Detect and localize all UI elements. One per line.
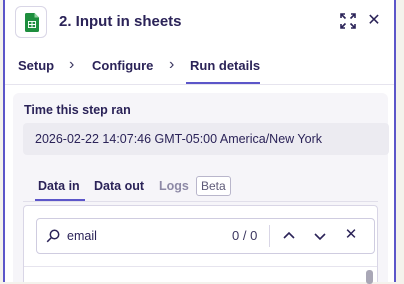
timestamp-value: 2026-02-22 14:07:46 GMT-05:00 America/Ne… <box>35 132 322 146</box>
tab-configure[interactable]: Configure <box>92 58 153 73</box>
beta-badge: Beta <box>196 176 231 196</box>
search-icon <box>46 229 60 243</box>
timestamp-box: 2026-02-22 14:07:46 GMT-05:00 America/Ne… <box>23 123 389 155</box>
expand-icon[interactable] <box>340 13 358 31</box>
panel-header: 2. Input in sheets ✕ <box>15 6 386 40</box>
results-divider <box>24 266 377 267</box>
panel-title: 2. Input in sheets <box>59 13 182 30</box>
tab-run-details[interactable]: Run details <box>190 58 260 73</box>
tab-data-out[interactable]: Data out <box>94 179 144 193</box>
run-details-content: Time this step ran 2026-02-22 14:07:46 G… <box>13 93 389 284</box>
match-count: 0 / 0 <box>232 228 258 243</box>
clear-search-icon[interactable]: ✕ <box>343 226 359 244</box>
search-divider <box>269 225 270 247</box>
tab-data-in[interactable]: Data in <box>38 179 80 193</box>
active-tab-indicator <box>186 82 260 84</box>
time-ran-label: Time this step ran <box>24 103 131 117</box>
step-panel: 2. Input in sheets ✕ Setup › Configure ›… <box>3 0 396 284</box>
google-sheets-icon <box>15 6 47 38</box>
tab-logs[interactable]: Logs <box>159 179 189 193</box>
tab-setup[interactable]: Setup <box>18 58 54 73</box>
search-input[interactable] <box>67 227 217 245</box>
chevron-down-icon[interactable] <box>312 227 328 245</box>
data-in-panel: 0 / 0 ✕ <box>23 205 378 284</box>
chevron-up-icon[interactable] <box>281 227 297 245</box>
search-box: 0 / 0 ✕ <box>36 218 375 254</box>
close-icon[interactable]: ✕ <box>366 12 382 30</box>
chevron-right-icon: › <box>169 56 175 73</box>
chevron-right-icon: › <box>69 56 75 73</box>
active-data-tab-indicator <box>35 199 85 201</box>
step-tabs: Setup › Configure › Run details <box>5 48 394 85</box>
data-tabs: Data in Data out Logs Beta <box>23 173 378 202</box>
